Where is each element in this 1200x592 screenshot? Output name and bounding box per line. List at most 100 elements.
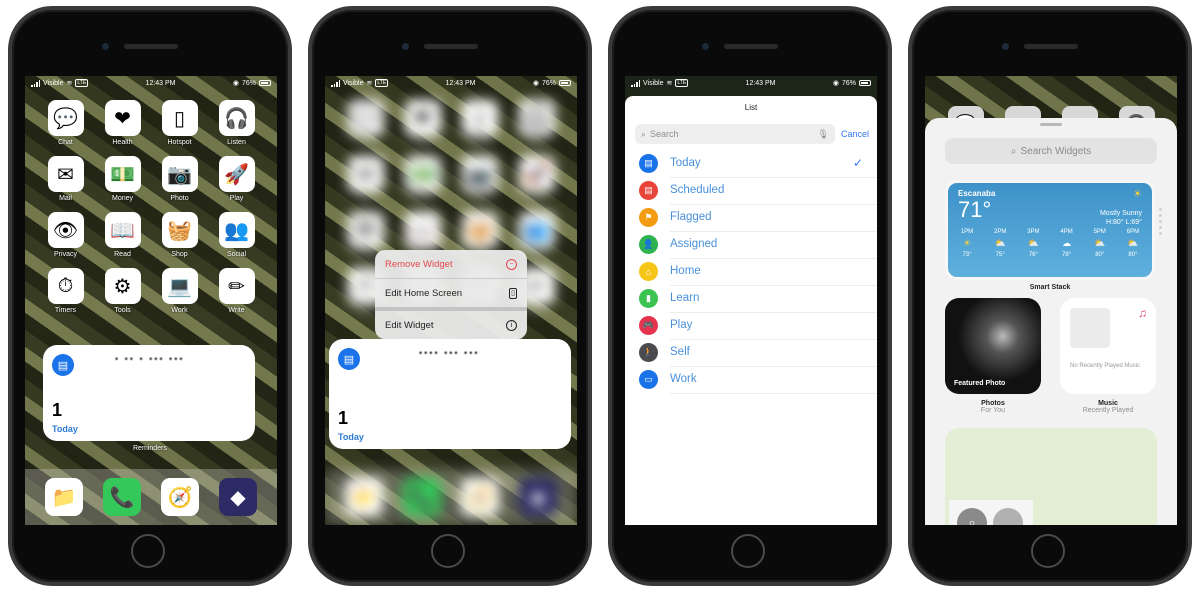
reminders-list-icon: ▤: [338, 348, 360, 370]
earpiece-speaker: [1024, 44, 1078, 49]
home-button[interactable]: [1031, 534, 1065, 568]
phone-apps-icon: ▯: [509, 287, 517, 299]
app-money[interactable]: 💵 Money: [394, 156, 451, 202]
weather-widget[interactable]: Escanaba 71° ☀ Mostly Sunny H:80° L:69° …: [945, 180, 1155, 280]
app-timers[interactable]: ⏱ Timers: [37, 268, 94, 314]
list-option-flagged[interactable]: ⚑ Flagged: [625, 204, 877, 232]
shortcuts-icon[interactable]: ◆: [519, 478, 557, 516]
menu-item-remove-widget[interactable]: Remove Widget −: [375, 250, 527, 279]
app-listen[interactable]: 🎧 Listen: [208, 100, 265, 146]
app-label: Hotspot: [167, 139, 192, 146]
home-button[interactable]: [431, 534, 465, 568]
list-option-label: Assigned: [670, 238, 718, 250]
app-mail[interactable]: ✉ Mail: [337, 156, 394, 202]
files-folder-icon[interactable]: 📁: [345, 478, 383, 516]
app-photo[interactable]: 📷 Photo: [151, 156, 208, 202]
app-play[interactable]: 🚀 Play: [208, 156, 265, 202]
gamepad-icon: 🎮: [639, 316, 658, 335]
home-button[interactable]: [131, 534, 165, 568]
app-work[interactable]: 💻 Work: [151, 268, 208, 314]
list-option-self[interactable]: 🚶 Self: [625, 339, 877, 367]
safari-compass-icon[interactable]: 🧭: [161, 478, 199, 516]
rocket-icon: 🚀: [218, 156, 255, 192]
app-label: Play: [229, 195, 244, 202]
list-option-label: Work: [670, 373, 697, 385]
menu-item-edit-widget[interactable]: Edit Widget i: [375, 311, 527, 339]
list-option-row-content: Today ✓: [670, 150, 877, 178]
laptop-icon: 💻: [161, 268, 198, 304]
carrier-label: Visible: [643, 79, 664, 87]
app-label: Timers: [354, 307, 377, 314]
app-hotspot[interactable]: ▯ Hotspot: [151, 100, 208, 146]
app-tools[interactable]: ⚙ Tools: [94, 268, 151, 314]
phone-call-icon[interactable]: 📞: [103, 478, 141, 516]
shortcuts-icon[interactable]: ◆: [219, 478, 257, 516]
search-widgets-input[interactable]: ⌕ Search Widgets: [945, 138, 1157, 164]
app-chat[interactable]: 💬 Chat: [337, 100, 394, 146]
phone-outline-icon: ▯: [461, 100, 498, 136]
sheet-grabber[interactable]: [1040, 123, 1062, 126]
battery-percent: 76%: [541, 79, 556, 87]
app-label: Money: [111, 195, 133, 202]
files-folder-icon[interactable]: 📁: [45, 478, 83, 516]
list-option-learn[interactable]: ▮ Learn: [625, 285, 877, 313]
no-recent-music-text: No Recently Played Music: [1070, 363, 1141, 369]
microphone-icon[interactable]: 🎙: [818, 129, 829, 140]
list-option-today[interactable]: ▤ Today ✓: [625, 150, 877, 178]
earpiece-speaker: [424, 44, 478, 49]
forecast-temp: 75°: [995, 252, 1005, 258]
app-chat[interactable]: 💬 Chat: [37, 100, 94, 146]
list-option-work[interactable]: ▭ Work: [625, 366, 877, 394]
reminder-list-name: Today: [338, 432, 364, 442]
forecast-hour: 2PM ⛅ 75°: [987, 229, 1013, 258]
app-listen[interactable]: 🎧 Listen: [508, 100, 565, 146]
app-read[interactable]: 📖 Read: [94, 212, 151, 258]
phone-call-icon[interactable]: 📞: [403, 478, 441, 516]
network-badge: LTE: [675, 79, 689, 87]
app-write[interactable]: ✏ Write: [208, 268, 265, 314]
search-input[interactable]: ⌕ Search 🎙: [635, 124, 835, 144]
app-hotspot[interactable]: ▯ Hotspot: [451, 100, 508, 146]
calendar-icon: ▤: [639, 154, 658, 173]
cancel-button[interactable]: Cancel: [841, 129, 869, 139]
dock: 📁 📞 🧭 ◆: [25, 469, 277, 525]
eye-icon: 👁: [47, 212, 84, 248]
app-social[interactable]: 👥 Social: [208, 212, 265, 258]
app-photo[interactable]: 📷 Photo: [451, 156, 508, 202]
home-button[interactable]: [731, 534, 765, 568]
list-option-assigned[interactable]: 👤 Assigned: [625, 231, 877, 259]
weather-condition: Mostly Sunny H:80° L:69°: [1100, 209, 1142, 227]
app-label: Listen: [527, 139, 546, 146]
phone-list-picker: Visible ≋ LTE 12:43 PM ◉ 76% List ⌕ Sear…: [608, 6, 892, 586]
reminders-widget-lifted[interactable]: ▤ •••• ••• ••• 1 Today: [329, 339, 571, 449]
forecast-hour: 4PM ☁ 78°: [1054, 229, 1080, 258]
menu-item-edit-home-screen[interactable]: Edit Home Screen ▯: [375, 279, 527, 311]
app-mail[interactable]: ✉ Mail: [37, 156, 94, 202]
forecast-hour: 5PM ⛅ 80°: [1087, 229, 1113, 258]
reminders-widget[interactable]: ▤ • •• • ••• ••• 1 Today: [43, 345, 255, 441]
orientation-lock-icon: ◉: [232, 80, 239, 87]
stopwatch-icon: ⏱: [47, 268, 84, 304]
heart-icon: ❤: [104, 100, 141, 136]
safari-compass-icon[interactable]: 🧭: [461, 478, 499, 516]
app-label: Photo: [470, 195, 489, 202]
music-widget[interactable]: ♫ No Recently Played Music: [1060, 298, 1156, 394]
app-label: Privacy: [354, 251, 377, 258]
cloud-icon: ☁: [1062, 238, 1072, 248]
app-privacy[interactable]: 👁 Privacy: [37, 212, 94, 258]
app-shop[interactable]: 🧺 Shop: [151, 212, 208, 258]
list-option-scheduled[interactable]: ▤ Scheduled: [625, 177, 877, 205]
carrier-label: Visible: [343, 79, 364, 87]
list-option-play[interactable]: 🎮 Play: [625, 312, 877, 340]
person-icon: 👤: [639, 235, 658, 254]
photos-widget[interactable]: Featured Photo: [945, 298, 1041, 394]
list-option-home[interactable]: ⌂ Home: [625, 258, 877, 286]
signal-icon: [331, 79, 340, 87]
clock: 12:43 PM: [145, 79, 176, 87]
app-play[interactable]: 🚀 Play: [508, 156, 565, 202]
app-money[interactable]: 💵 Money: [94, 156, 151, 202]
envelope-icon: ✉: [347, 156, 384, 192]
maps-widget[interactable]: ⌕: [945, 428, 1157, 525]
app-health[interactable]: ❤ Health: [94, 100, 151, 146]
app-health[interactable]: ❤ Health: [394, 100, 451, 146]
